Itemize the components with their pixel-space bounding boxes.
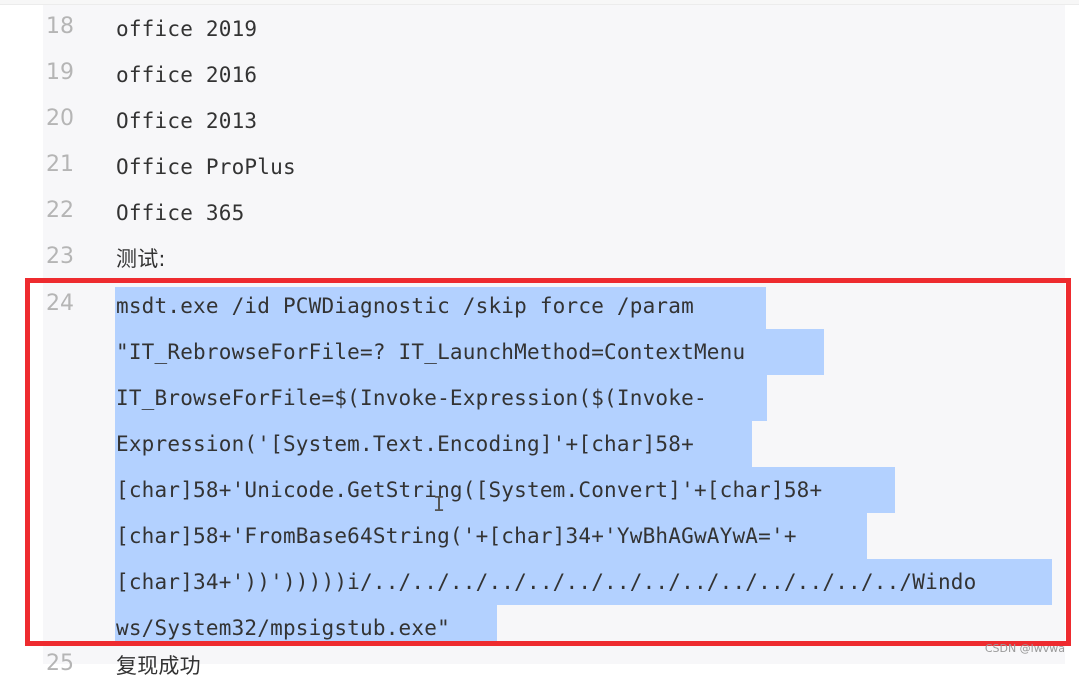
- highlight-box: [25, 278, 1071, 646]
- code-line[interactable]: office 2019: [116, 17, 257, 41]
- code-line[interactable]: Office 2013: [116, 109, 257, 133]
- code-line[interactable]: Office 365: [116, 201, 244, 225]
- line-number: 20: [46, 106, 74, 131]
- code-line[interactable]: 测试:: [116, 247, 166, 271]
- line-number: 18: [46, 14, 74, 39]
- watermark: CSDN @lwvwa: [984, 642, 1065, 655]
- code-line[interactable]: 复现成功: [116, 654, 201, 678]
- line-number: 22: [46, 198, 74, 223]
- code-line[interactable]: Office ProPlus: [116, 155, 296, 179]
- code-line[interactable]: office 2016: [116, 63, 257, 87]
- line-number: 19: [46, 60, 74, 85]
- line-number: 23: [46, 244, 74, 269]
- line-number: 21: [46, 152, 74, 177]
- line-number: 25: [46, 651, 74, 676]
